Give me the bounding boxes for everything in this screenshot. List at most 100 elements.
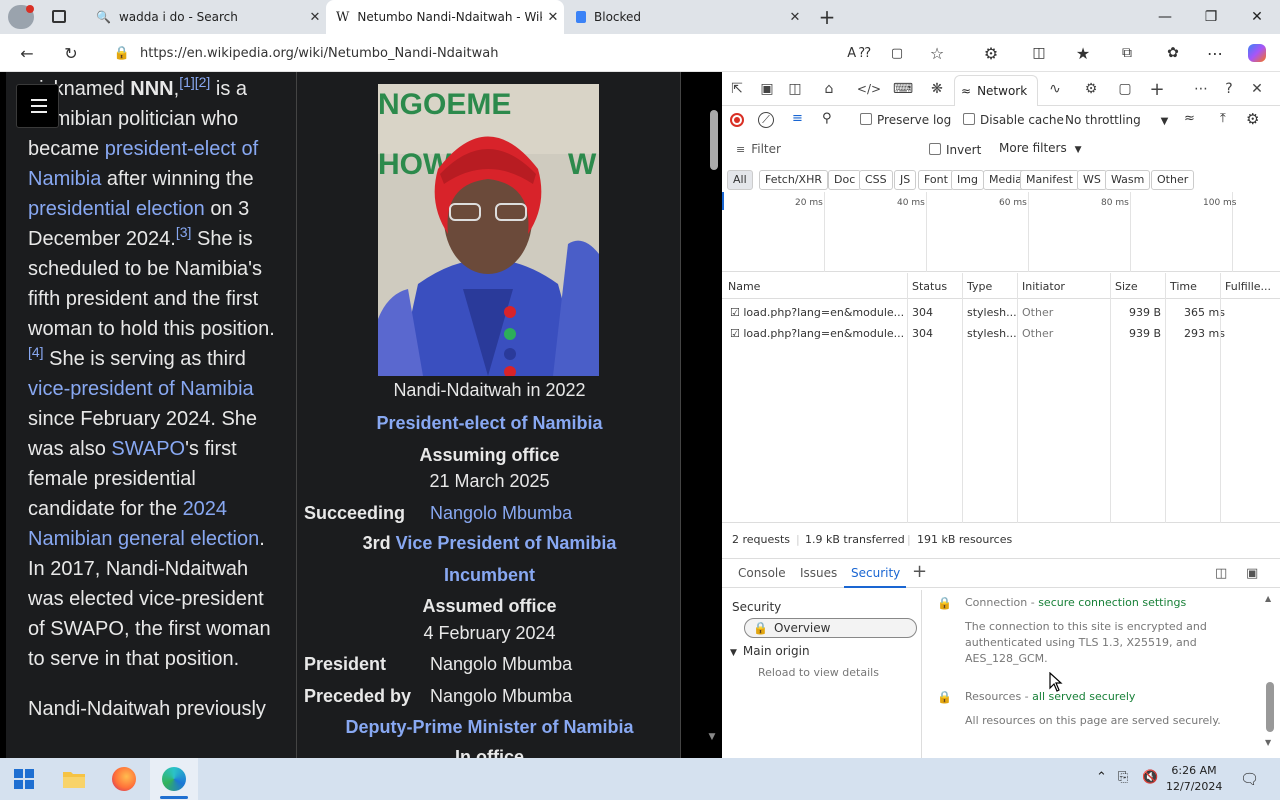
more-menu-icon[interactable]: ⋯	[1202, 41, 1228, 65]
drawer-tab-console[interactable]: Console	[738, 566, 786, 580]
notifications-icon[interactable]: 🗨	[1240, 770, 1259, 788]
column-header-time[interactable]: Time	[1170, 280, 1197, 293]
column-header-size[interactable]: Size	[1115, 280, 1138, 293]
scroll-down-icon[interactable]: ▼	[1265, 738, 1271, 747]
inspect-icon[interactable]: ⇱	[726, 78, 748, 100]
performance-icon[interactable]: ✿	[1160, 41, 1186, 65]
column-separator[interactable]	[1220, 273, 1221, 523]
drawer-tab-issues[interactable]: Issues	[800, 566, 837, 580]
elements-icon[interactable]: </>	[857, 78, 881, 100]
type-filter-manifest[interactable]: Manifest	[1020, 170, 1079, 190]
incumbent-link[interactable]: Incumbent	[297, 565, 680, 586]
start-button[interactable]	[0, 758, 48, 800]
tab-network[interactable]: ≈ Network	[954, 75, 1038, 106]
split-screen-icon[interactable]: ◫	[1026, 41, 1052, 65]
filter-input[interactable]: ≡ Filter	[728, 139, 844, 159]
file-explorer-icon[interactable]	[50, 758, 98, 800]
type-filter-fetchxhr[interactable]: Fetch/XHR	[759, 170, 828, 190]
column-separator[interactable]	[962, 273, 963, 523]
type-filter-doc[interactable]: Doc	[828, 170, 862, 190]
type-filter-other[interactable]: Other	[1151, 170, 1195, 190]
close-tab-icon[interactable]: ✕	[304, 10, 326, 25]
edge-icon[interactable]	[150, 758, 198, 800]
address-bar[interactable]: 🔒 https://en.wikipedia.org/wiki/Netumbo_…	[104, 39, 874, 67]
president-value[interactable]: Nangolo Mbumba	[430, 654, 572, 675]
application-icon[interactable]: ▢	[1114, 78, 1136, 100]
type-filter-font[interactable]: Font	[918, 170, 954, 190]
close-devtools-icon[interactable]: ✕	[1246, 78, 1268, 100]
request-row[interactable]: ☑ load.php?lang=en&module... 304 stylesh..…	[722, 303, 1280, 323]
type-filter-all[interactable]: All	[727, 170, 753, 190]
help-icon[interactable]: ?	[1218, 78, 1240, 100]
hamburger-menu-button[interactable]	[16, 84, 59, 128]
type-filter-wasm[interactable]: Wasm	[1105, 170, 1151, 190]
close-tab-icon[interactable]: ✕	[784, 10, 806, 25]
throttling-select[interactable]: No throttling ▼	[1065, 113, 1168, 127]
type-filter-js[interactable]: JS	[894, 170, 917, 190]
clock[interactable]: 6:26 AM 12/7/2024	[1166, 763, 1222, 795]
dock-icon[interactable]: ◫	[784, 78, 806, 100]
succeeding-link[interactable]: Nangolo Mbumba	[430, 503, 572, 524]
column-header-initiator[interactable]: Initiator	[1022, 280, 1065, 293]
tab-actions-icon[interactable]	[52, 10, 66, 23]
column-separator[interactable]	[1165, 273, 1166, 523]
reference-3[interactable]: [3]	[176, 224, 192, 240]
devtools-left-scrollbar[interactable]	[710, 110, 718, 170]
undock-drawer-icon[interactable]: ◫	[1215, 566, 1227, 581]
extensions-icon[interactable]: ⚙	[978, 41, 1004, 65]
scroll-up-icon[interactable]: ▲	[1265, 594, 1271, 603]
console-icon[interactable]: ⌨	[892, 78, 914, 100]
column-separator[interactable]	[1110, 273, 1111, 523]
request-row[interactable]: ☑ load.php?lang=en&module... 304 stylesh..…	[722, 324, 1280, 344]
record-icon[interactable]	[730, 113, 744, 127]
tab-blocked[interactable]: Blocked ✕	[566, 0, 806, 34]
sources-bug-icon[interactable]: ❋	[926, 78, 948, 100]
filter-funnel-icon[interactable]: ≡	[792, 111, 803, 126]
profile-avatar[interactable]	[8, 5, 34, 29]
network-conditions-icon[interactable]: ≈	[1184, 111, 1195, 126]
favorites-icon[interactable]: ★	[1070, 41, 1096, 65]
network-settings-icon[interactable]: ⚙	[1246, 110, 1259, 128]
type-filter-img[interactable]: Img	[951, 170, 984, 190]
performance-tab-icon[interactable]: ∿	[1044, 78, 1066, 100]
clear-icon[interactable]: ⟋	[758, 112, 774, 128]
more-options-icon[interactable]: ⋯	[1190, 78, 1212, 100]
lock-icon[interactable]: 🔒	[104, 46, 140, 61]
immersive-reader-icon[interactable]: ▢	[884, 41, 910, 65]
maximize-button[interactable]: ❐	[1188, 0, 1234, 34]
column-header-type[interactable]: Type	[967, 280, 992, 293]
type-filter-ws[interactable]: WS	[1077, 170, 1107, 190]
column-header-name[interactable]: Name	[728, 280, 760, 293]
office-president-elect-link[interactable]: President-elect of Namibia	[297, 413, 680, 434]
main-origin-item[interactable]: ▼ Main origin	[730, 644, 810, 658]
security-overview-item[interactable]: 🔒 Overview	[744, 618, 917, 638]
close-window-button[interactable]: ✕	[1234, 0, 1280, 34]
back-button[interactable]: ←	[14, 41, 40, 65]
favorite-star-icon[interactable]: ☆	[924, 41, 950, 65]
device-toolbar-icon[interactable]: ▣	[756, 78, 778, 100]
welcome-home-icon[interactable]: ⌂	[818, 78, 840, 100]
minimize-button[interactable]: —	[1142, 0, 1188, 34]
new-tab-button[interactable]: +	[814, 4, 840, 30]
more-filters-dropdown[interactable]: More filters ▼	[999, 141, 1081, 155]
column-header-fulfille[interactable]: Fulfille...	[1225, 280, 1271, 293]
collections-icon[interactable]: ⧉	[1114, 41, 1140, 65]
firefox-icon[interactable]	[100, 758, 148, 800]
tab-search[interactable]: 🔍 wadda i do - Search ✕	[86, 0, 326, 34]
invert-checkbox[interactable]: Invert	[929, 143, 981, 157]
scroll-down-arrow-icon[interactable]: ▼	[706, 732, 718, 744]
read-aloud-icon[interactable]: A ⁇	[846, 41, 872, 65]
reference-1-2[interactable]: [1][2]	[179, 74, 210, 90]
link-swapo[interactable]: SWAPO	[111, 438, 185, 460]
network-tray-icon[interactable]: ⎘	[1118, 770, 1128, 785]
close-tab-icon[interactable]: ✕	[542, 10, 564, 25]
security-scrollbar[interactable]	[1266, 682, 1274, 732]
show-hidden-icons[interactable]: ⌃	[1096, 770, 1107, 785]
link-vice-president[interactable]: vice-president of Namibia	[28, 378, 254, 400]
add-drawer-tab-icon[interactable]: +	[912, 561, 927, 582]
column-separator[interactable]	[1017, 273, 1018, 523]
preceded-by-value[interactable]: Nangolo Mbumba	[430, 686, 572, 707]
search-icon[interactable]: ⚲	[822, 111, 832, 126]
column-separator[interactable]	[907, 273, 908, 523]
type-filter-css[interactable]: CSS	[859, 170, 893, 190]
